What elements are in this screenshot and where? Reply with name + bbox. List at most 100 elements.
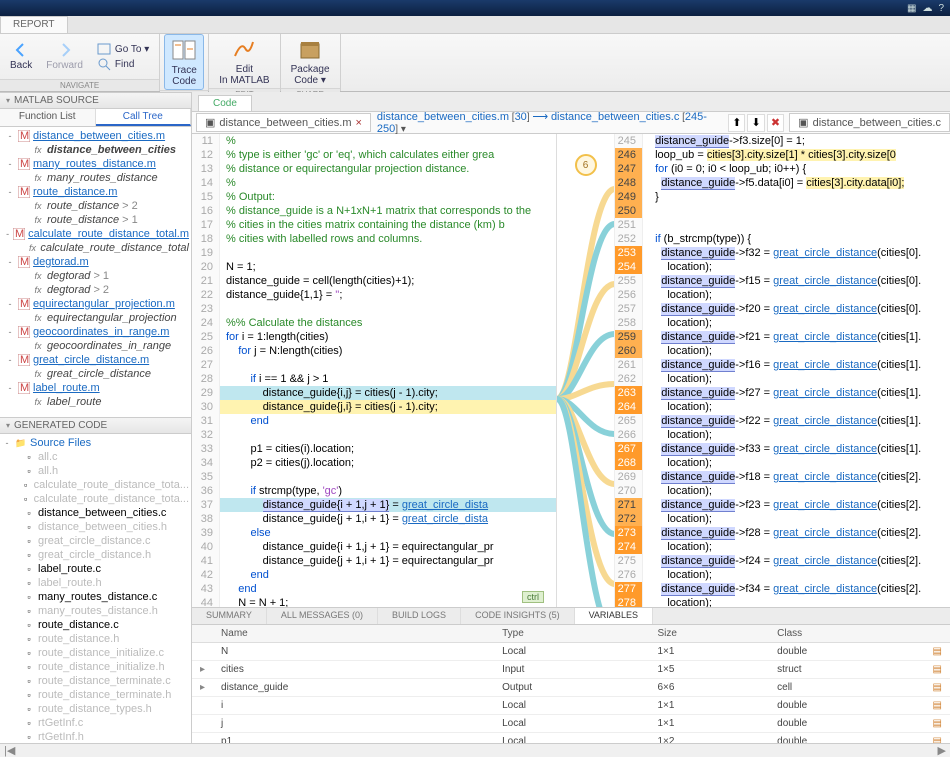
source-file-row[interactable]: ▫ great_circle_distance.h [0, 548, 191, 562]
code-line[interactable]: 39 else [192, 526, 556, 540]
tree-row[interactable]: -M route_distance.m [0, 185, 191, 199]
crumb-dst[interactable]: distance_between_cities.c [551, 111, 679, 123]
edit-matlab-button[interactable]: Edit In MATLAB [213, 34, 275, 88]
mat code[interactable]: 11%12% type is either 'gc' or 'eq', whic… [192, 134, 557, 607]
source-file-row[interactable]: ▫ route_distance_types.h [0, 702, 191, 716]
code-line[interactable]: 26 for j = N:length(cities) [192, 344, 556, 358]
source-files-list[interactable]: -📁 Source Files▫ all.c▫ all.h▫ calculate… [0, 434, 191, 743]
source-file-row[interactable]: ▫ calculate_route_distance_tota... [0, 478, 191, 492]
code-line[interactable]: 249 } [615, 190, 950, 204]
code-line[interactable]: 260 location); [615, 344, 950, 358]
code-line[interactable]: 13% distance or equirectangular projecti… [192, 162, 556, 176]
code-line[interactable]: 21distance_guide = cell(length(cities)+1… [192, 274, 556, 288]
code-line[interactable]: 266 location); [615, 428, 950, 442]
file-tab-m[interactable]: ▣ distance_between_cities.m × [196, 113, 371, 132]
code-line[interactable]: 14% [192, 176, 556, 190]
code-line[interactable]: 270 location); [615, 484, 950, 498]
source-file-row[interactable]: ▫ all.h [0, 464, 191, 478]
tree-row[interactable]: -M great_circle_distance.m [0, 353, 191, 367]
tab-summary[interactable]: SUMMARY [192, 608, 267, 624]
tree-row[interactable]: fx route_distance > 1 [0, 213, 191, 227]
code-line[interactable]: 36 if strcmp(type, 'gc') [192, 484, 556, 498]
source-file-row[interactable]: ▫ many_routes_distance.h [0, 604, 191, 618]
code-line[interactable]: 245 distance_guide->f3.size[0] = 1; [615, 134, 950, 148]
find-button[interactable]: Find [95, 57, 151, 71]
code-line[interactable]: 12% type is either 'gc' or 'eq', which c… [192, 148, 556, 162]
call-tree[interactable]: -M distance_between_cities.mfx distance_… [0, 127, 191, 417]
code-line[interactable]: 250 [615, 204, 950, 218]
variable-row[interactable]: jLocal1×1double▤ [192, 715, 950, 733]
tree-row[interactable]: -M many_routes_distance.m [0, 157, 191, 171]
tree-row[interactable]: -M label_route.m [0, 381, 191, 395]
code-line[interactable]: 22distance_guide{1,1} = ''; [192, 288, 556, 302]
code-line[interactable]: 43 end [192, 582, 556, 596]
tree-row[interactable]: -M equirectangular_projection.m [0, 297, 191, 311]
package-code-button[interactable]: Package Code ▾ [285, 34, 336, 88]
code-line[interactable]: 38 distance_guide{j + 1,i + 1} = great_c… [192, 512, 556, 526]
scroll-right-icon[interactable]: ▶ [938, 744, 946, 755]
code-line[interactable]: 252 if (b_strcmp(type)) { [615, 232, 950, 246]
code-line[interactable]: 276 location); [615, 568, 950, 582]
code-line[interactable]: 248 distance_guide->f5.data[i0] = cities… [615, 176, 950, 190]
variables-panel[interactable]: Name Type Size Class NLocal1×1double▤▸ci… [192, 625, 950, 743]
code-line[interactable]: 23 [192, 302, 556, 316]
tree-row[interactable]: fx calculate_route_distance_total [0, 241, 191, 255]
source-file-row[interactable]: ▫ route_distance_initialize.c [0, 646, 191, 660]
code-line[interactable]: 41 distance_guide{j + 1,i + 1} = equirec… [192, 554, 556, 568]
c-code[interactable]: 245 distance_guide->f3.size[0] = 1;246 l… [615, 134, 950, 607]
tab-variables[interactable]: VARIABLES [575, 608, 653, 624]
code-line[interactable]: 272 location); [615, 512, 950, 526]
code-line[interactable]: 261 distance_guide->f16 = great_circle_d… [615, 358, 950, 372]
details-icon[interactable]: ▤ [925, 733, 950, 744]
source-files-header[interactable]: -📁 Source Files [0, 436, 191, 450]
tab-call-tree[interactable]: Call Tree [96, 109, 192, 126]
source-file-row[interactable]: ▫ all.c [0, 450, 191, 464]
code-line[interactable]: 31 end [192, 414, 556, 428]
cloud-icon[interactable]: ☁ [922, 3, 932, 14]
tree-row[interactable]: fx many_routes_distance [0, 171, 191, 185]
code-line[interactable]: 265 distance_guide->f22 = great_circle_d… [615, 414, 950, 428]
code-line[interactable]: 259 distance_guide->f21 = great_circle_d… [615, 330, 950, 344]
tab-code[interactable]: Code [198, 95, 252, 111]
grid-icon[interactable]: ▦ [907, 3, 916, 14]
code-line[interactable]: 267 distance_guide->f33 = great_circle_d… [615, 442, 950, 456]
tab-code-insights[interactable]: CODE INSIGHTS (5) [461, 608, 575, 624]
col-size[interactable]: Size [649, 625, 769, 643]
tree-row[interactable]: fx great_circle_distance [0, 367, 191, 381]
trace-code-button[interactable]: Trace Code [164, 34, 204, 90]
code-line[interactable]: 251 [615, 218, 950, 232]
code-line[interactable]: 273 distance_guide->f28 = great_circle_d… [615, 526, 950, 540]
expand-icon[interactable]: ▸ [192, 679, 213, 697]
next-trace-button[interactable]: ⬇ [747, 114, 764, 132]
code-line[interactable]: 37 distance_guide{i + 1,j + 1} = great_c… [192, 498, 556, 512]
source-file-row[interactable]: ▫ route_distance_terminate.h [0, 688, 191, 702]
crumb-src[interactable]: distance_between_cities.m [377, 111, 509, 123]
code-line[interactable]: 256 location); [615, 288, 950, 302]
close-icon[interactable]: × [355, 117, 361, 129]
tree-row[interactable]: fx geocoordinates_in_range [0, 339, 191, 353]
code-line[interactable]: 30 distance_guide{j,i} = cities(j - 1).c… [192, 400, 556, 414]
source-file-row[interactable]: ▫ route_distance.h [0, 632, 191, 646]
code-line[interactable]: 29 distance_guide{i,j} = cities(j - 1).c… [192, 386, 556, 400]
source-file-row[interactable]: ▫ label_route.h [0, 576, 191, 590]
tree-row[interactable]: fx equirectangular_projection [0, 311, 191, 325]
tree-row[interactable]: -M geocoordinates_in_range.m [0, 325, 191, 339]
code-line[interactable]: 28 if i == 1 && j > 1 [192, 372, 556, 386]
source-file-row[interactable]: ▫ route_distance_terminate.c [0, 674, 191, 688]
code-line[interactable]: 34 p2 = cities(j).location; [192, 456, 556, 470]
code-line[interactable]: 33 p1 = cities(i).location; [192, 442, 556, 456]
source-file-row[interactable]: ▫ route_distance_initialize.h [0, 660, 191, 674]
code-line[interactable]: 277 distance_guide->f34 = great_circle_d… [615, 582, 950, 596]
code-line[interactable]: 264 location); [615, 400, 950, 414]
tree-row[interactable]: fx degtorad > 2 [0, 283, 191, 297]
code-line[interactable]: 278 location); [615, 596, 950, 607]
tab-all-messages[interactable]: ALL MESSAGES (0) [267, 608, 378, 624]
source-file-row[interactable]: ▫ distance_between_cities.c [0, 506, 191, 520]
tab-report[interactable]: REPORT [0, 16, 68, 33]
expand-icon[interactable]: ▸ [192, 661, 213, 679]
panel-matlab-source[interactable]: MATLAB SOURCE [0, 92, 191, 109]
source-file-row[interactable]: ▫ many_routes_distance.c [0, 590, 191, 604]
code-line[interactable]: 247 for (i0 = 0; i0 < loop_ub; i0++) { [615, 162, 950, 176]
source-file-row[interactable]: ▫ label_route.c [0, 562, 191, 576]
tree-row[interactable]: fx degtorad > 1 [0, 269, 191, 283]
